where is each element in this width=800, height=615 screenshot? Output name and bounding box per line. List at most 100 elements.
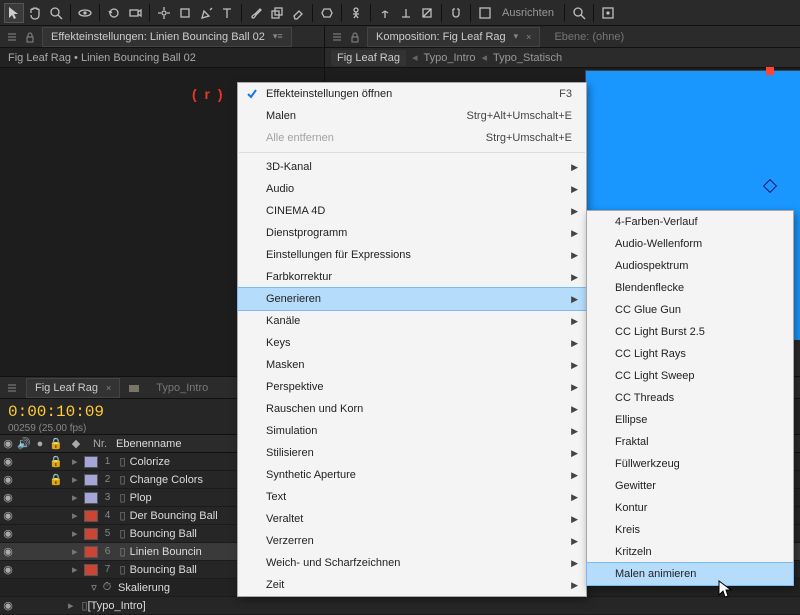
twirl-icon[interactable]: ▸ (68, 489, 82, 506)
timecode[interactable]: 0:00:10:09 (0, 401, 110, 423)
menu-item[interactable]: Dienstprogramm▶ (238, 222, 586, 244)
menu-item[interactable]: Generieren▶ (238, 288, 586, 310)
roto-tool[interactable] (317, 3, 337, 23)
breadcrumb-item[interactable]: Typo_Intro (424, 52, 476, 64)
solo-column-icon[interactable]: ● (32, 435, 48, 452)
lock-toggle[interactable]: 🔒 (48, 453, 64, 470)
menu-item[interactable]: Kreis (587, 519, 793, 541)
world-axis-icon[interactable] (396, 3, 416, 23)
effects-panel-tab[interactable]: Effekteinstellungen: Linien Bouncing Bal… (42, 27, 292, 47)
lock-column-icon[interactable]: 🔒 (48, 435, 64, 452)
rotate-tool[interactable] (104, 3, 124, 23)
menu-item[interactable]: Verzerren▶ (238, 530, 586, 552)
brush-tool[interactable] (246, 3, 266, 23)
menu-item[interactable]: Text▶ (238, 486, 586, 508)
panel-grip-icon[interactable] (6, 31, 18, 43)
timeline-tab[interactable]: Fig Leaf Rag× (26, 378, 120, 398)
close-icon[interactable]: × (526, 32, 531, 42)
label-color[interactable] (84, 528, 98, 540)
menu-item[interactable]: Keys▶ (238, 332, 586, 354)
panel-menu-icon[interactable]: ▾ (514, 31, 519, 42)
menu-item[interactable]: Zeit▶ (238, 574, 586, 596)
label-color[interactable] (84, 510, 98, 522)
lock-toggle[interactable] (48, 525, 64, 542)
menu-item[interactable]: CC Light Rays (587, 343, 793, 365)
zoom-tool[interactable] (46, 3, 66, 23)
eraser-tool[interactable] (288, 3, 308, 23)
menu-item[interactable]: Kontur (587, 497, 793, 519)
puppet-tool[interactable] (346, 3, 366, 23)
menu-item[interactable]: Audiospektrum (587, 255, 793, 277)
menu-item[interactable]: Kanäle▶ (238, 310, 586, 332)
menu-item[interactable]: Simulation▶ (238, 420, 586, 442)
breadcrumb-item[interactable]: Typo_Statisch (493, 52, 562, 64)
anchor-tool[interactable] (154, 3, 174, 23)
menu-item[interactable]: Synthetic Aperture▶ (238, 464, 586, 486)
comp-panel-tab[interactable]: Komposition: Fig Leaf Rag ▾ × (367, 27, 540, 47)
label-column-icon[interactable]: ◆ (64, 435, 88, 452)
lock-icon[interactable] (24, 31, 36, 43)
menu-item[interactable]: CC Light Burst 2.5 (587, 321, 793, 343)
hand-tool[interactable] (25, 3, 45, 23)
lock-toggle[interactable] (48, 489, 64, 506)
twirl-icon[interactable]: ▸ (68, 507, 82, 524)
timeline-tab[interactable]: Typo_Intro (148, 378, 216, 398)
menu-item[interactable]: Stilisieren▶ (238, 442, 586, 464)
twirl-icon[interactable]: ▿ (88, 579, 100, 596)
visibility-toggle[interactable]: ◉ (0, 507, 16, 524)
label-color[interactable] (84, 456, 98, 468)
menu-item[interactable]: Füllwerkzeug (587, 453, 793, 475)
menu-item[interactable]: Malen animieren (587, 563, 793, 585)
label-color[interactable] (84, 564, 98, 576)
visibility-toggle[interactable]: ◉ (0, 561, 16, 578)
visibility-toggle[interactable]: ◉ (0, 543, 16, 560)
lock-toggle[interactable] (48, 561, 64, 578)
selection-tool[interactable] (4, 3, 24, 23)
twirl-icon[interactable]: ▸ (68, 453, 82, 470)
menu-item[interactable]: MalenStrg+Alt+Umschalt+E (238, 105, 586, 127)
menu-item[interactable]: Audio-Wellenform (587, 233, 793, 255)
lock-toggle[interactable] (48, 543, 64, 560)
menu-item[interactable]: CINEMA 4D▶ (238, 200, 586, 222)
twirl-icon[interactable]: ▸ (68, 471, 82, 488)
menu-item[interactable]: Audio▶ (238, 178, 586, 200)
visibility-toggle[interactable]: ◉ (0, 525, 16, 542)
lock-toggle[interactable] (48, 507, 64, 524)
label-color[interactable] (84, 492, 98, 504)
menu-item[interactable]: CC Threads (587, 387, 793, 409)
visibility-toggle[interactable]: ◉ (0, 453, 16, 470)
anchor-point-icon[interactable] (763, 179, 777, 193)
view-axis-icon[interactable] (417, 3, 437, 23)
panel-grip-icon[interactable] (331, 31, 343, 43)
orbit-tool[interactable] (75, 3, 95, 23)
menu-item[interactable]: Rauschen und Korn▶ (238, 398, 586, 420)
search-tool[interactable] (569, 3, 589, 23)
visibility-toggle[interactable]: ◉ (0, 489, 16, 506)
menu-item[interactable]: Effekteinstellungen öffnenF3 (238, 83, 586, 105)
panel-grip-icon[interactable] (6, 382, 18, 394)
twirl-icon[interactable]: ▸ (68, 525, 82, 542)
align-checkbox[interactable] (475, 3, 495, 23)
shape-tool[interactable] (175, 3, 195, 23)
twirl-icon[interactable]: ▸ (68, 543, 82, 560)
camera-tool[interactable] (125, 3, 145, 23)
menu-item[interactable]: Einstellungen für Expressions▶ (238, 244, 586, 266)
menu-item[interactable]: Ellipse (587, 409, 793, 431)
close-icon[interactable]: × (106, 383, 111, 393)
pen-tool[interactable] (196, 3, 216, 23)
menu-item[interactable]: Gewitter (587, 475, 793, 497)
lock-icon[interactable] (349, 31, 361, 43)
menu-item[interactable]: Masken▶ (238, 354, 586, 376)
menu-item[interactable]: 4-Farben-Verlauf (587, 211, 793, 233)
label-color[interactable] (84, 546, 98, 558)
visibility-toggle[interactable]: ◉ (0, 471, 16, 488)
menu-item[interactable]: Farbkorrektur▶ (238, 266, 586, 288)
panel-menu-icon[interactable]: ▾≡ (273, 31, 283, 42)
menu-item[interactable]: 3D-Kanal▶ (238, 156, 586, 178)
twirl-icon[interactable]: ▸ (68, 561, 82, 578)
eye-column-icon[interactable]: ◉ (0, 435, 16, 452)
clone-tool[interactable] (267, 3, 287, 23)
local-axis-icon[interactable] (375, 3, 395, 23)
breadcrumb-item[interactable]: Fig Leaf Rag (331, 50, 406, 66)
comp-panel-tab-inactive[interactable]: Ebene: (ohne) (546, 27, 632, 47)
